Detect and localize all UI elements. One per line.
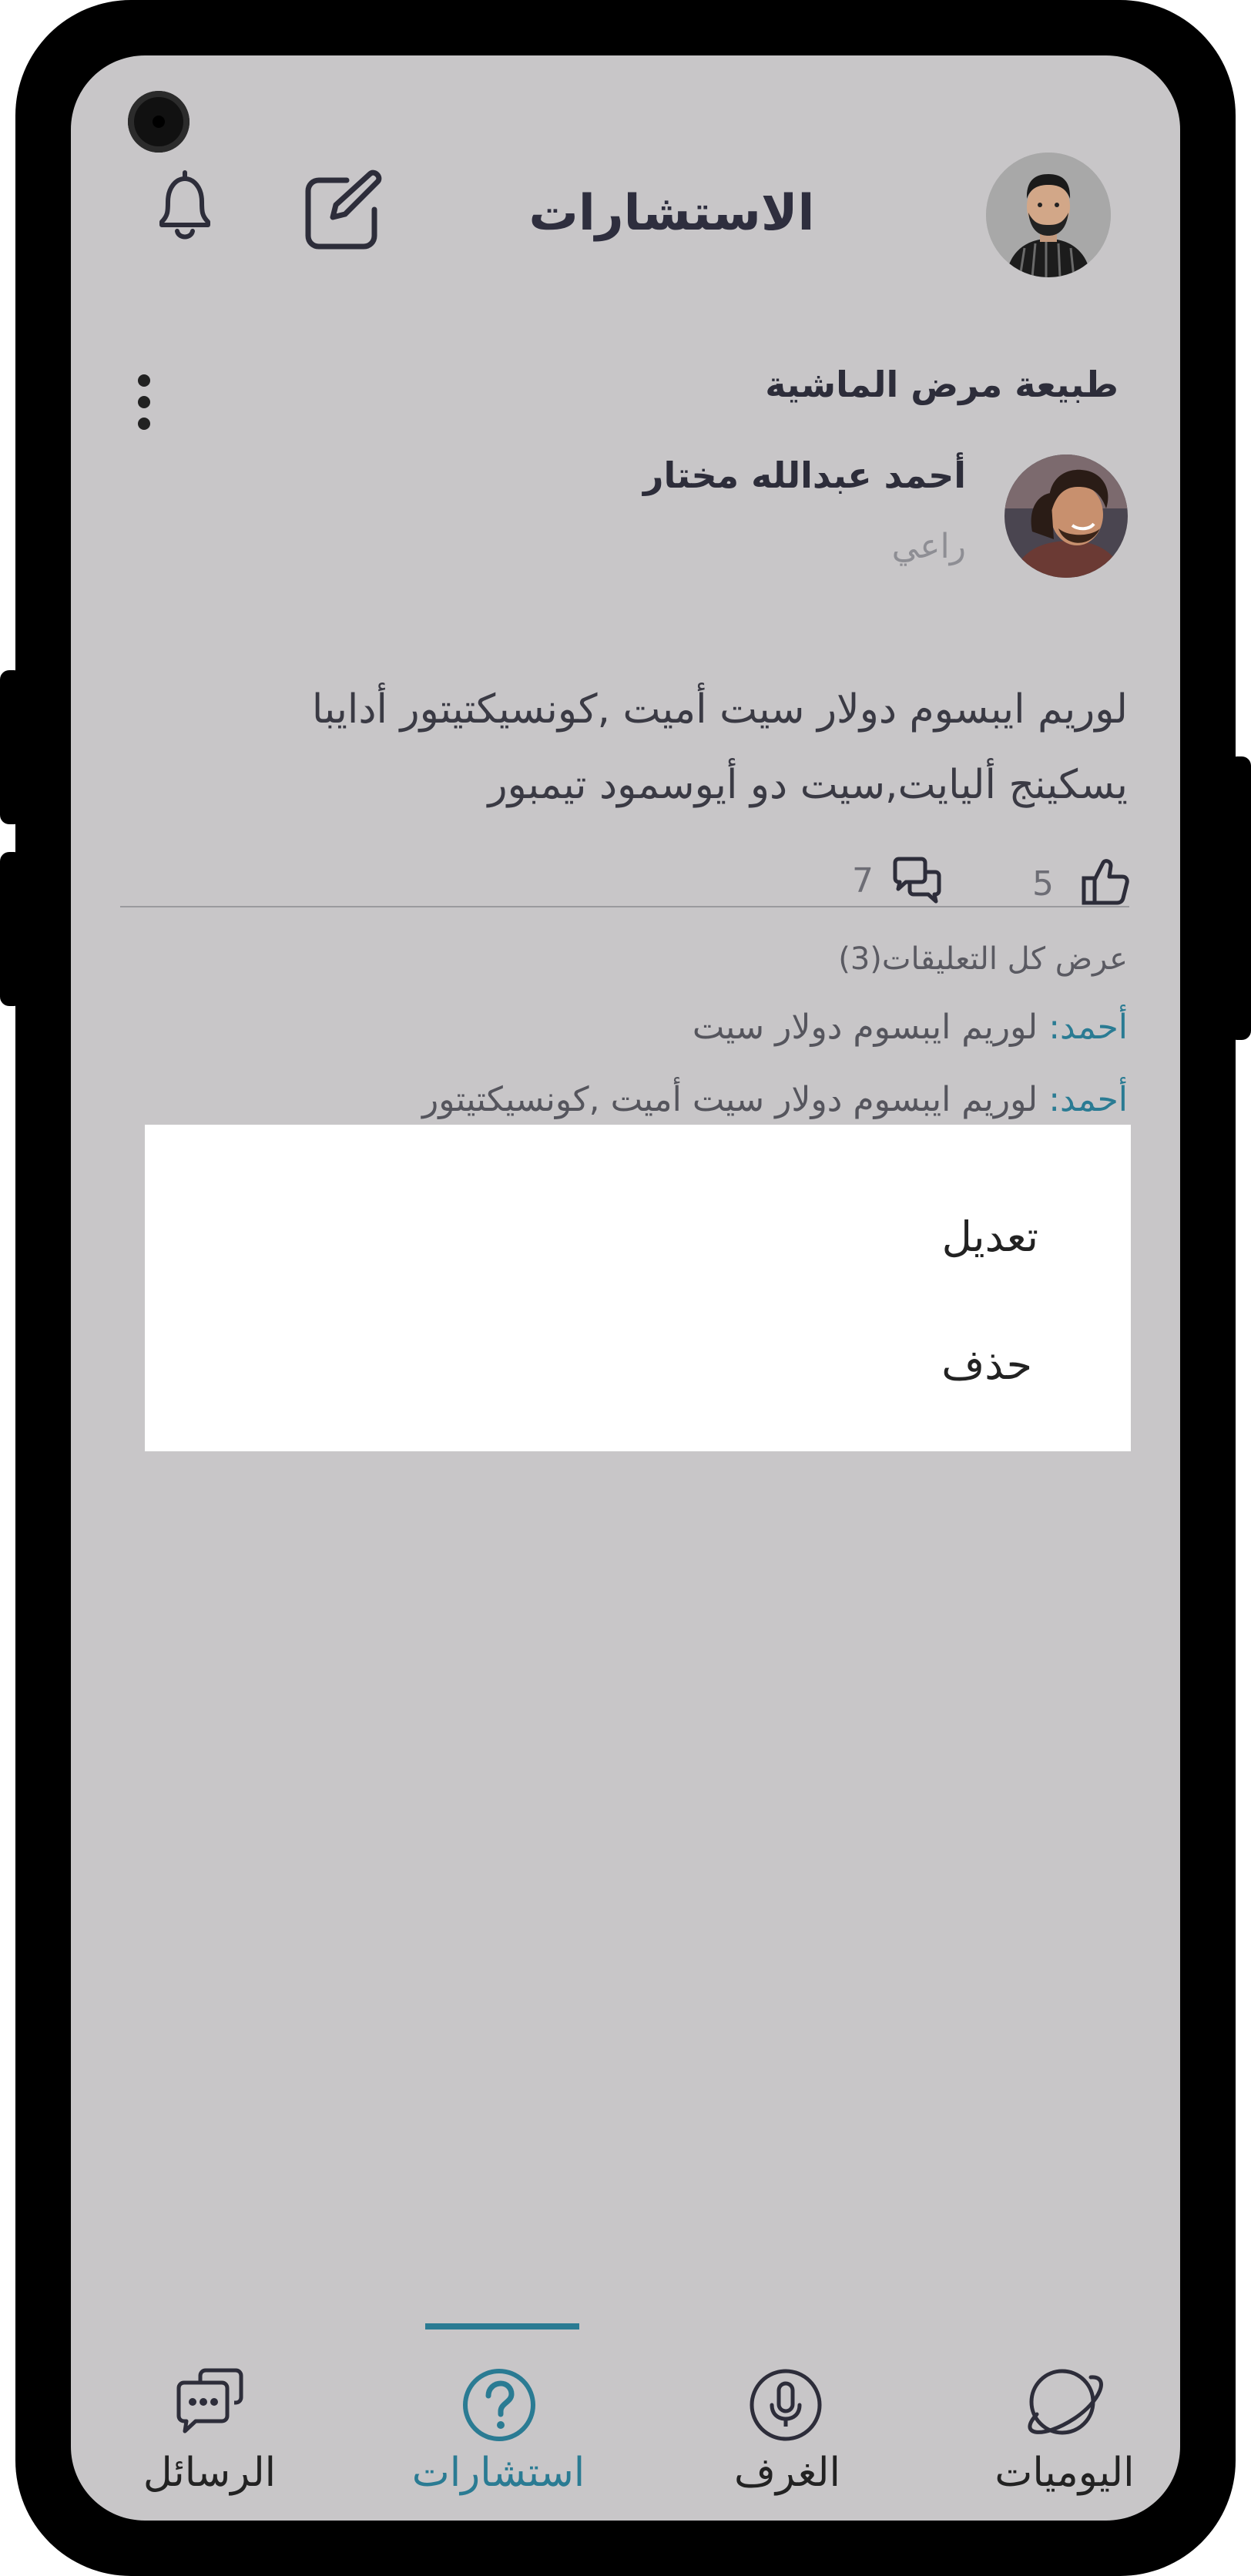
author-avatar[interactable]: [1004, 454, 1128, 578]
nav-label-messages[interactable]: الرسائل: [140, 2450, 279, 2496]
edit-menu-item[interactable]: تعديل: [942, 1213, 1038, 1261]
post-body: لوريم ايبسوم دولار سيت أميت ,كونسيكتيتور…: [179, 672, 1128, 823]
more-options-icon[interactable]: [132, 371, 156, 433]
volume-down-button: [0, 852, 23, 1006]
author-role: راعي: [891, 527, 966, 566]
nav-label-rooms[interactable]: الغرف: [718, 2450, 857, 2496]
nav-label-consultations[interactable]: استشارات: [402, 2450, 595, 2496]
comments-icon[interactable]: [890, 857, 944, 906]
front-camera: [128, 91, 189, 153]
comments-count: 7: [852, 861, 874, 901]
post-title: طبيعة مرض الماشية: [765, 364, 1119, 405]
post-body-line: لوريم ايبسوم دولار سيت أميت ,كونسيكتيتور…: [311, 686, 1128, 733]
like-icon[interactable]: [1080, 857, 1131, 907]
comment-item: أحمد: لوريم ايبسوم دولار سيت أميت ,كونسي…: [422, 1080, 1128, 1119]
comment-author[interactable]: أحمد:: [1048, 1008, 1128, 1047]
author-name[interactable]: أحمد عبدالله مختار: [643, 454, 966, 496]
volume-up-button: [0, 670, 23, 824]
bell-icon[interactable]: [148, 168, 222, 245]
microphone-icon[interactable]: [747, 2366, 824, 2444]
view-all-comments-link[interactable]: عرض كل التعليقات(3): [838, 941, 1128, 977]
divider: [120, 906, 1129, 907]
comment-text: لوريم ايبسوم دولار سيت أميت ,كونسيكتيتور: [422, 1080, 1038, 1119]
comment-item: أحمد: لوريم ايبسوم دولار سيت: [693, 1008, 1128, 1047]
page-title: الاستشارات: [528, 185, 815, 242]
edit-icon[interactable]: [302, 169, 387, 254]
power-button: [1228, 756, 1251, 1040]
comment-author[interactable]: أحمد:: [1048, 1080, 1128, 1119]
context-menu: تعديل حذف: [145, 1125, 1131, 1451]
profile-avatar[interactable]: [986, 153, 1111, 277]
chat-bubbles-icon[interactable]: [173, 2366, 247, 2437]
delete-menu-item[interactable]: حذف: [941, 1340, 1032, 1389]
nav-label-diaries[interactable]: اليوميات: [980, 2450, 1149, 2496]
active-tab-indicator: [425, 2323, 579, 2329]
question-circle-icon[interactable]: [461, 2366, 538, 2444]
post-body-line: يسكينج أليايت,سيت دو أيوسمود تيمبور: [488, 762, 1128, 808]
planet-icon[interactable]: [1020, 2359, 1105, 2444]
app-screen: الاستشارات طبيعة مرض الماشية أحمد عبدالل…: [71, 55, 1180, 2521]
comment-text: لوريم ايبسوم دولار سيت: [692, 1008, 1038, 1047]
likes-count: 5: [1032, 864, 1054, 904]
